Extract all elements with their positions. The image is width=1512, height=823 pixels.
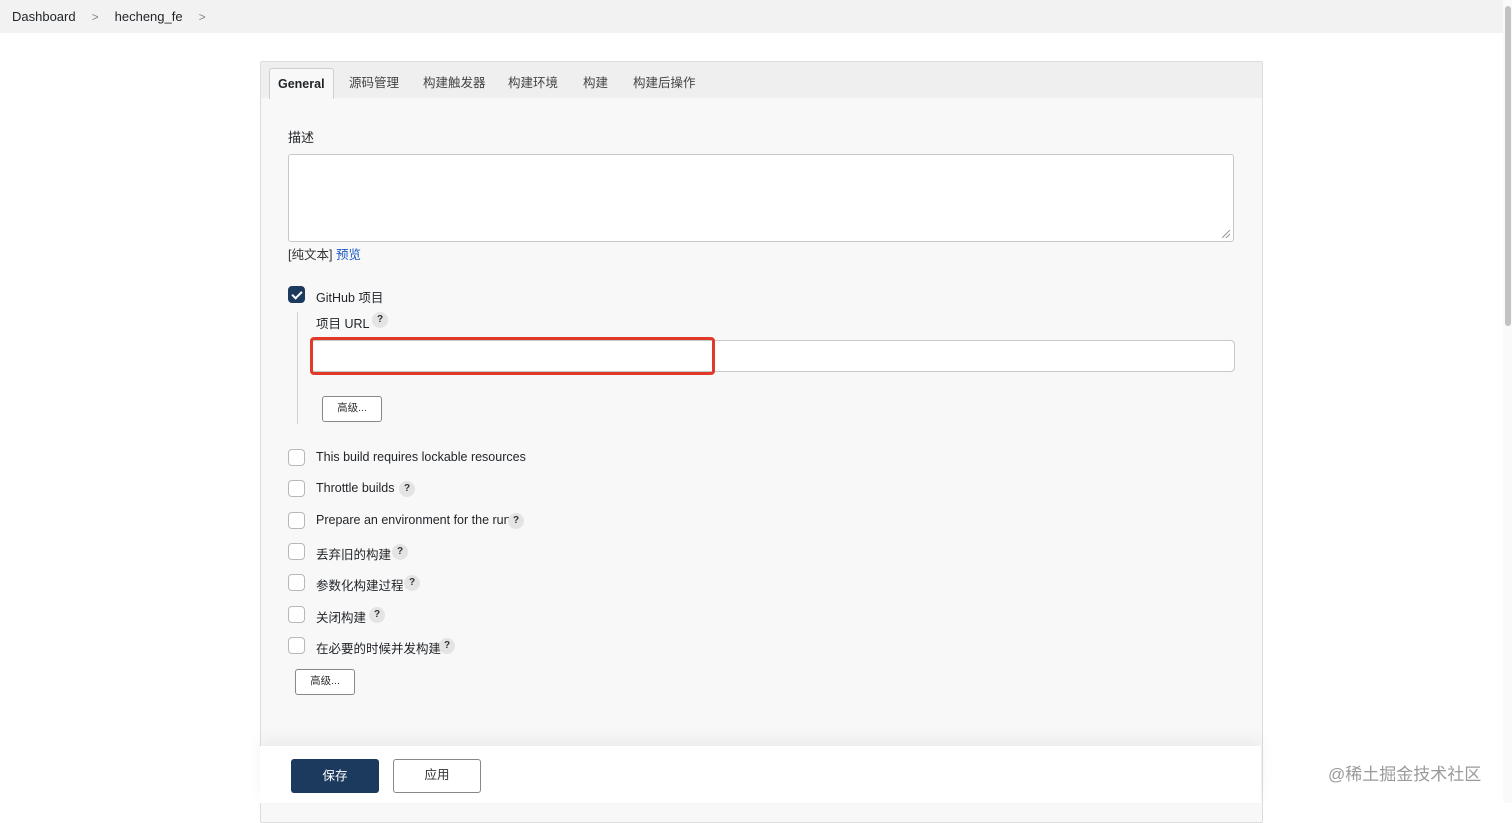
scrollbar-thumb[interactable] bbox=[1505, 6, 1511, 326]
watermark: @稀土掘金技术社区 bbox=[1328, 765, 1482, 784]
disable-build-checkbox[interactable] bbox=[288, 606, 305, 623]
github-advanced-button[interactable]: 高级... bbox=[322, 396, 382, 422]
help-icon[interactable]: ? bbox=[392, 544, 408, 560]
tab-build-triggers[interactable]: 构建触发器 bbox=[423, 68, 486, 98]
throttle-builds-checkbox[interactable] bbox=[288, 480, 305, 497]
tab-build-environment[interactable]: 构建环境 bbox=[508, 68, 558, 98]
description-format-line: [纯文本] 预览 bbox=[288, 244, 361, 263]
tab-post-build-actions[interactable]: 构建后操作 bbox=[633, 68, 696, 98]
github-project-label: GitHub 项目 bbox=[316, 291, 384, 305]
apply-button[interactable]: 应用 bbox=[393, 759, 481, 793]
general-advanced-button[interactable]: 高级... bbox=[295, 669, 355, 695]
concurrent-build-checkbox[interactable] bbox=[288, 637, 305, 654]
github-project-checkbox[interactable] bbox=[288, 286, 305, 303]
breadcrumb-item-dashboard[interactable]: Dashboard bbox=[12, 9, 76, 24]
help-icon[interactable]: ? bbox=[404, 575, 420, 591]
breadcrumb-bar: Dashboard > hecheng_fe > bbox=[0, 0, 1512, 33]
chevron-right-icon[interactable]: > bbox=[199, 10, 206, 24]
breadcrumb: Dashboard > hecheng_fe > bbox=[12, 9, 222, 24]
plain-text-label: [纯文本] bbox=[288, 248, 333, 262]
lockable-resources-label: This build requires lockable resources bbox=[316, 450, 526, 464]
description-textarea[interactable] bbox=[288, 154, 1234, 242]
parameterized-build-checkbox[interactable] bbox=[288, 574, 305, 591]
form-footer: 保存 应用 bbox=[260, 746, 1261, 803]
help-icon[interactable]: ? bbox=[399, 481, 415, 497]
concurrent-build-label: 在必要的时候并发构建 bbox=[316, 642, 442, 656]
nested-section-divider bbox=[297, 312, 298, 424]
project-url-label: 项目 URL bbox=[316, 317, 370, 331]
highlight-box bbox=[310, 337, 715, 375]
tab-source-management[interactable]: 源码管理 bbox=[349, 68, 399, 98]
page-scrollbar[interactable] bbox=[1503, 0, 1512, 803]
breadcrumb-item-project[interactable]: hecheng_fe bbox=[115, 9, 183, 24]
chevron-right-icon: > bbox=[91, 9, 99, 24]
help-icon[interactable]: ? bbox=[508, 513, 524, 529]
lockable-resources-checkbox[interactable] bbox=[288, 449, 305, 466]
description-label: 描述 bbox=[288, 130, 315, 145]
tab-build[interactable]: 构建 bbox=[583, 68, 608, 98]
help-icon[interactable]: ? bbox=[439, 638, 455, 654]
disable-build-label: 关闭构建 bbox=[316, 611, 367, 625]
help-icon[interactable]: ? bbox=[372, 312, 388, 328]
prepare-environment-label: Prepare an environment for the run bbox=[316, 513, 511, 527]
config-tabs: General 源码管理 构建触发器 构建环境 构建 构建后操作 bbox=[261, 62, 1262, 99]
throttle-builds-label: Throttle builds bbox=[316, 481, 395, 495]
config-panel: General 源码管理 构建触发器 构建环境 构建 构建后操作 描述 [纯文本… bbox=[260, 61, 1263, 823]
tab-general[interactable]: General bbox=[269, 68, 334, 99]
discard-old-builds-checkbox[interactable] bbox=[288, 543, 305, 560]
preview-link[interactable]: 预览 bbox=[336, 248, 361, 262]
help-icon[interactable]: ? bbox=[369, 607, 385, 623]
resize-handle-icon[interactable] bbox=[1222, 230, 1230, 238]
save-button[interactable]: 保存 bbox=[291, 759, 379, 793]
discard-old-builds-label: 丢弃旧的构建 bbox=[316, 548, 392, 562]
prepare-environment-checkbox[interactable] bbox=[288, 512, 305, 529]
parameterized-build-label: 参数化构建过程 bbox=[316, 579, 404, 593]
